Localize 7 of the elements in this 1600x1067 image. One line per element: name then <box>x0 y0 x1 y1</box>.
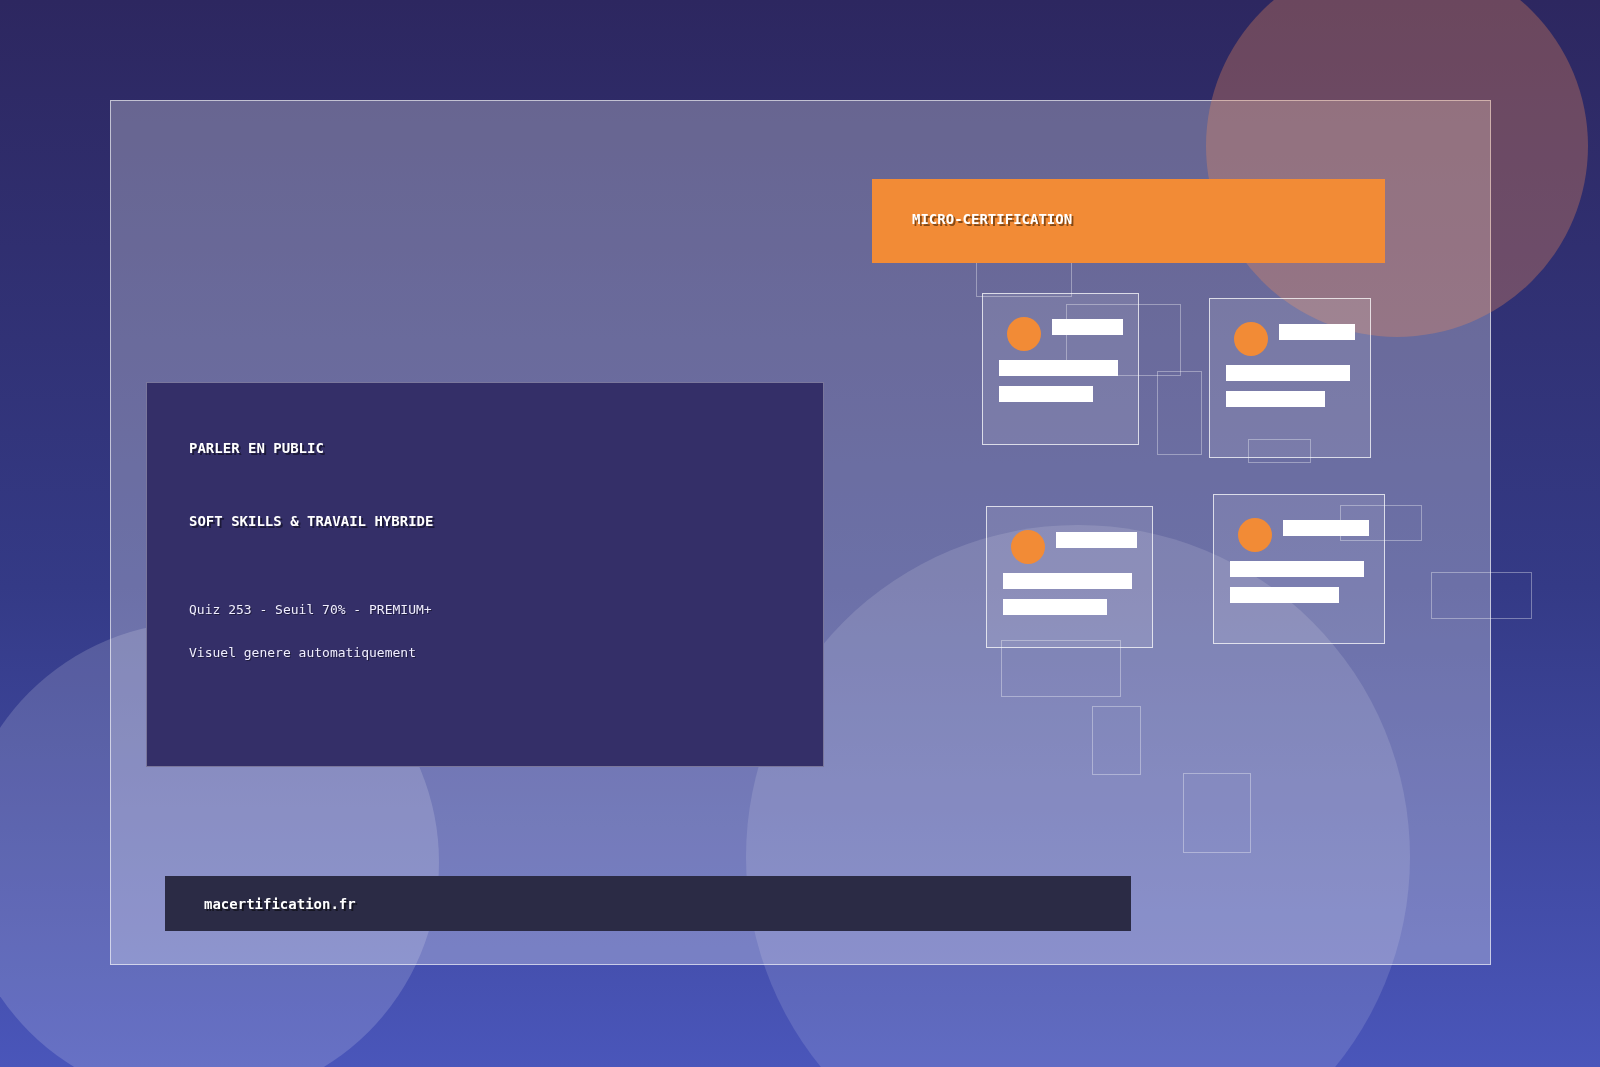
website-url: macertification.fr <box>204 895 356 912</box>
course-subtitle: SOFT SKILLS & TRAVAIL HYBRIDE <box>189 513 435 529</box>
decor-rectangle <box>1092 706 1141 775</box>
quiz-info: Quiz 253 - Seuil 70% - PREMIUM+ <box>189 602 433 617</box>
course-title: PARLER EN PUBLIC <box>189 440 325 456</box>
generated-note: Visuel genere automatiquement <box>189 645 417 660</box>
banner-label: MICRO-CERTIFICATION <box>912 211 1073 227</box>
